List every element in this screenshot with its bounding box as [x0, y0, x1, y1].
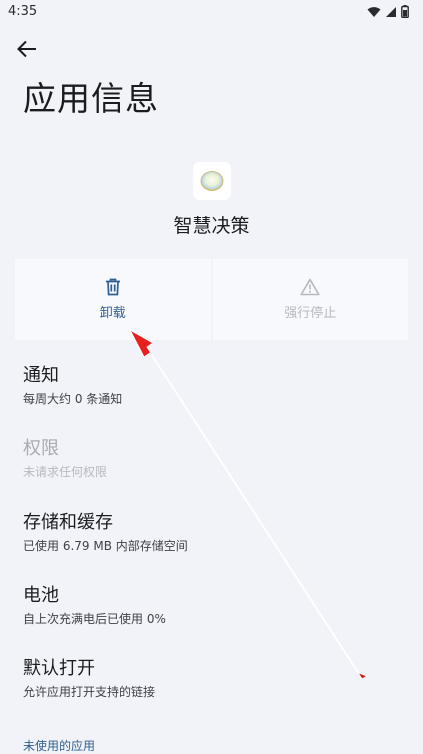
page-title: 应用信息 [23, 79, 159, 118]
setting-subtitle: 已使用 6.79 MB 内部存储空间 [23, 539, 188, 553]
force-stop-button[interactable]: 强行停止 [212, 259, 408, 340]
arrow-left-icon [17, 40, 36, 58]
signal-icon [386, 6, 396, 17]
status-time: 4:35 [8, 4, 38, 19]
setting-subtitle: 允许应用打开支持的链接 [23, 685, 156, 699]
settings-item-open-by-default[interactable]: 默认打开 允许应用打开支持的链接 [23, 657, 155, 701]
setting-title: 通知 [23, 365, 59, 386]
status-icons [367, 5, 409, 18]
settings-item-battery[interactable]: 电池 自上次充满电后已使用 0% [23, 584, 166, 628]
setting-subtitle: 每周大约 0 条通知 [23, 392, 123, 406]
unused-apps-section-header: 未使用的应用 [23, 739, 96, 753]
back-button[interactable] [14, 38, 40, 60]
action-bar: 卸载 强行停止 [15, 259, 408, 340]
setting-title: 电池 [23, 585, 59, 606]
uninstall-button[interactable]: 卸载 [15, 259, 211, 340]
setting-subtitle: 自上次充满电后已使用 0% [23, 612, 166, 626]
settings-item-permissions: 权限 未请求任何权限 [23, 437, 107, 481]
status-bar: 4:35 [0, 0, 423, 24]
setting-subtitle: 未请求任何权限 [23, 465, 108, 479]
warning-icon [300, 278, 320, 296]
setting-title: 存储和缓存 [23, 512, 113, 533]
app-name: 智慧决策 [173, 215, 250, 237]
settings-item-storage[interactable]: 存储和缓存 已使用 6.79 MB 内部存储空间 [23, 511, 188, 555]
wifi-icon [367, 6, 381, 17]
force-stop-label: 强行停止 [284, 306, 337, 321]
setting-title: 权限 [23, 438, 59, 459]
battery-icon [401, 5, 409, 18]
trash-icon [105, 278, 120, 296]
setting-title: 默认打开 [23, 658, 95, 679]
settings-item-notifications[interactable]: 通知 每周大约 0 条通知 [23, 364, 122, 408]
uninstall-label: 卸载 [99, 306, 126, 321]
app-icon [193, 162, 231, 200]
